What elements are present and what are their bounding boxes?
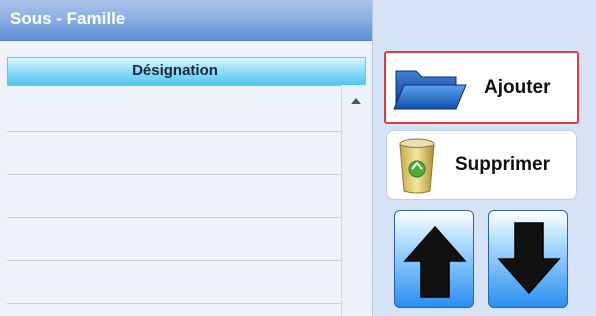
table-row[interactable] (7, 261, 341, 304)
panel-title: Sous - Famille (10, 9, 126, 28)
delete-button[interactable]: Supprimer (386, 130, 577, 200)
move-up-button[interactable] (394, 210, 474, 308)
move-down-button[interactable] (488, 210, 568, 308)
table-row[interactable] (7, 218, 341, 261)
arrow-down-icon (497, 222, 561, 295)
sous-famille-panel: Sous - Famille Désignation (0, 0, 373, 316)
add-button[interactable]: Ajouter (384, 51, 579, 124)
column-header-label: Désignation (132, 62, 218, 79)
column-header-designation[interactable]: Désignation (7, 57, 343, 86)
recycle-bin-icon (399, 138, 435, 194)
vertical-scrollbar[interactable] (341, 85, 368, 316)
arrow-up-icon (403, 225, 467, 298)
panel-title-bar: Sous - Famille (0, 0, 372, 41)
delete-button-label: Supprimer (455, 154, 551, 175)
table-row[interactable] (7, 132, 341, 175)
table-row[interactable] (7, 175, 341, 218)
scroll-up-arrow-icon[interactable] (351, 98, 361, 104)
add-button-label: Ajouter (484, 77, 551, 98)
table-row[interactable] (7, 89, 341, 132)
column-header-spacer (341, 57, 366, 86)
folder-icon (393, 70, 467, 110)
